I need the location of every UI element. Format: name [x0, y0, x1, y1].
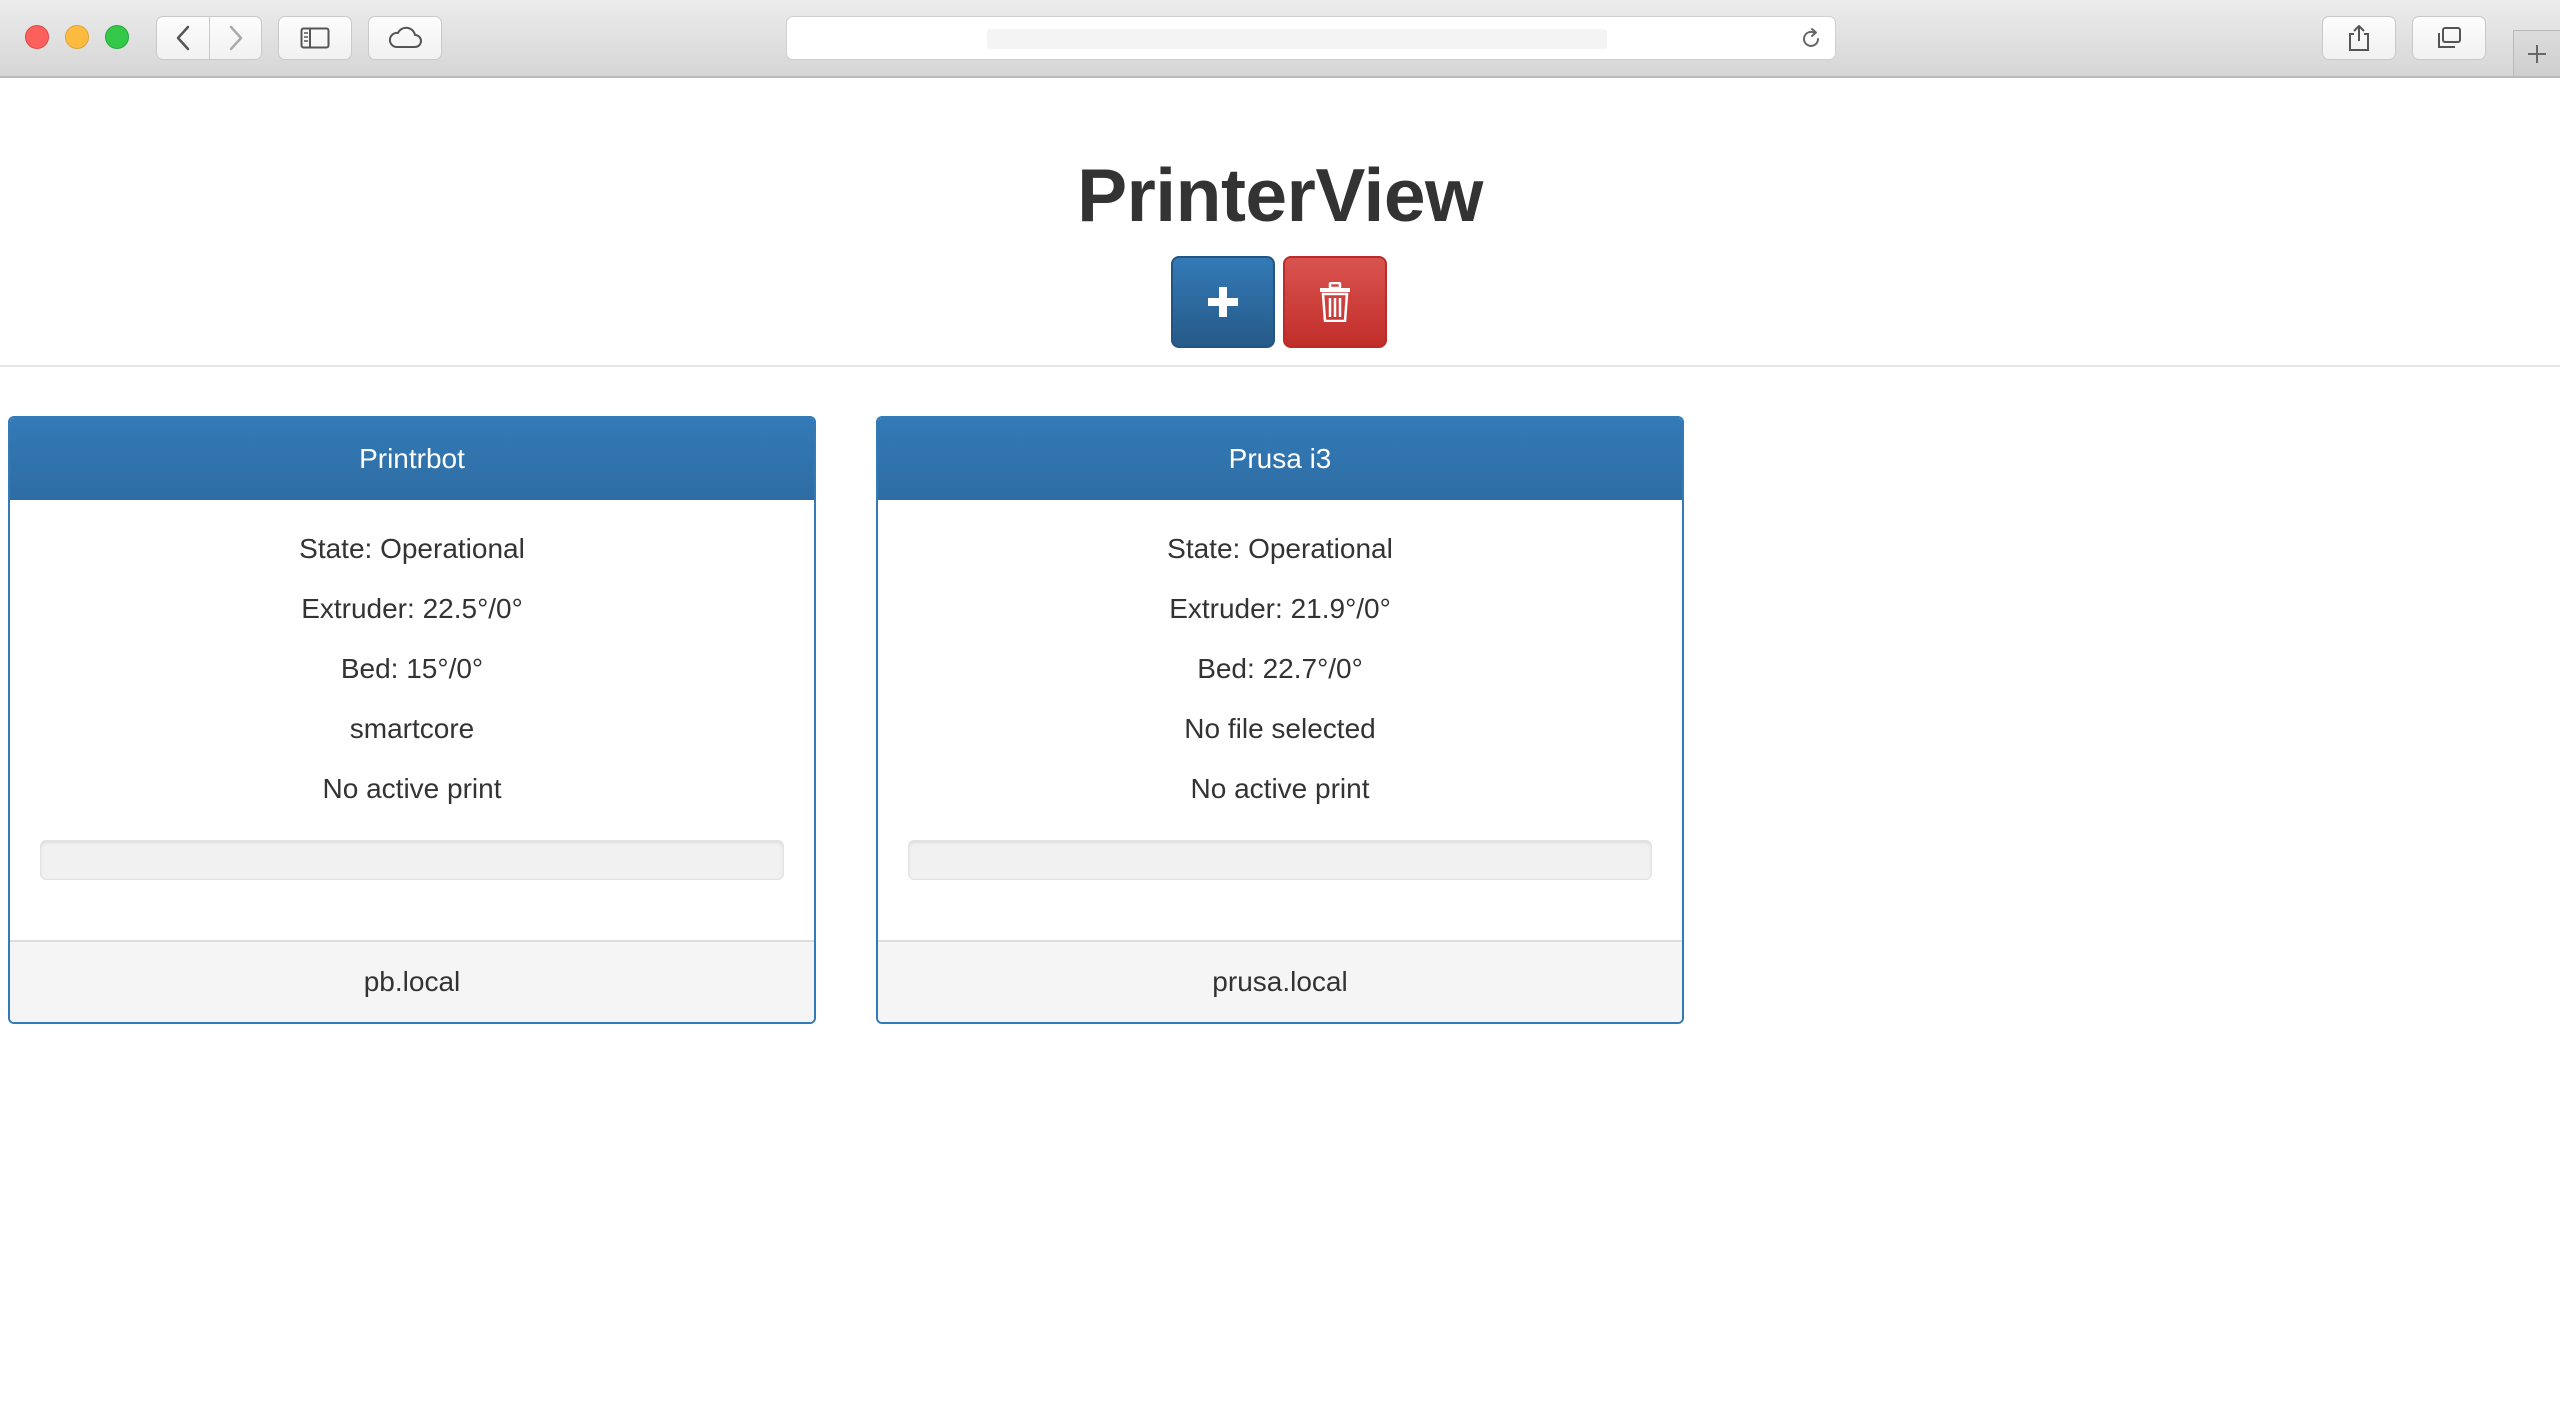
show-all-tabs-button[interactable]	[2412, 16, 2486, 60]
printer-details: State: Operational Extruder: 22.5°/0° Be…	[10, 500, 814, 940]
browser-toolbar	[0, 0, 2560, 78]
page-title: PrinterView	[1077, 153, 1483, 237]
selected-file: smartcore	[349, 713, 475, 744]
extruder-temp: Extruder: 22.5°/0°	[301, 593, 523, 624]
add-printer-button[interactable]	[1171, 256, 1275, 348]
share-button[interactable]	[2322, 16, 2396, 60]
selected-file: No file selected	[1184, 713, 1376, 744]
printer-state: State: Operational	[1167, 533, 1393, 564]
printer-name: Printrbot	[10, 418, 814, 500]
new-tab-button[interactable]	[2513, 30, 2560, 76]
bed-temp: Bed: 22.7°/0°	[1197, 653, 1363, 684]
printer-details: State: Operational Extruder: 21.9°/0° Be…	[878, 500, 1682, 940]
print-status: No active print	[322, 773, 502, 804]
printer-state: State: Operational	[299, 533, 525, 564]
bed-temp: Bed: 15°/0°	[340, 653, 484, 684]
chevron-left-icon	[176, 25, 190, 51]
share-icon	[2349, 25, 2369, 51]
print-progress-bar	[40, 840, 784, 880]
zoom-window-button[interactable]	[105, 25, 129, 49]
forward-button[interactable]	[210, 16, 262, 60]
plus-icon	[2528, 44, 2546, 63]
sidebar-button[interactable]	[278, 16, 352, 60]
chevron-right-icon	[229, 25, 242, 51]
printer-card: Prusa i3 State: Operational Extruder: 21…	[876, 416, 1684, 1024]
cloud-icon	[388, 26, 422, 48]
page-header: PrinterView	[0, 80, 2560, 367]
page-content: PrinterView Printrbot State: Operational…	[0, 80, 2560, 1416]
printer-host[interactable]: pb.local	[10, 940, 814, 1022]
printer-host[interactable]: prusa.local	[878, 940, 1682, 1022]
close-window-button[interactable]	[25, 25, 49, 49]
trash-icon	[1320, 282, 1350, 322]
minimize-window-button[interactable]	[65, 25, 89, 49]
address-bar[interactable]	[786, 16, 1836, 60]
extruder-temp: Extruder: 21.9°/0°	[1169, 593, 1391, 624]
back-button[interactable]	[156, 16, 210, 60]
tabs-overview-icon	[2438, 27, 2461, 48]
sidebar-icon	[300, 27, 330, 49]
icloud-tabs-button[interactable]	[368, 16, 442, 60]
printer-name: Prusa i3	[878, 418, 1682, 500]
url-text	[987, 29, 1607, 49]
reload-icon[interactable]	[1799, 27, 1823, 51]
printer-card: Printrbot State: Operational Extruder: 2…	[8, 416, 816, 1024]
delete-printer-button[interactable]	[1283, 256, 1387, 348]
print-progress-bar	[908, 840, 1652, 880]
print-status: No active print	[1190, 773, 1370, 804]
plus-icon	[1208, 287, 1238, 317]
